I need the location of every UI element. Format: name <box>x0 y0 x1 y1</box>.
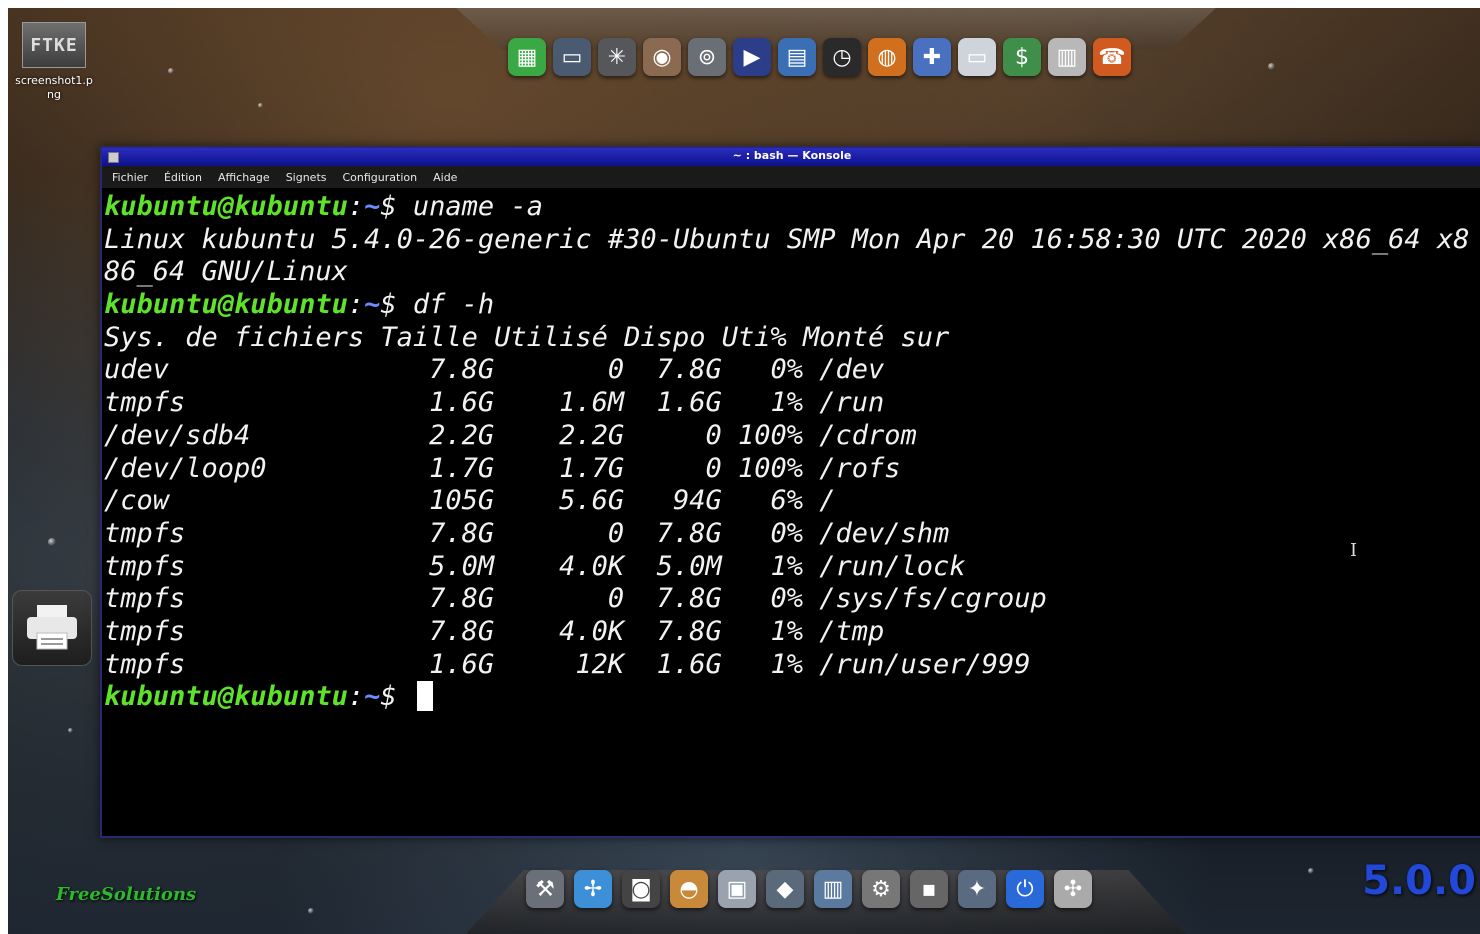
menu-signets[interactable]: Signets <box>286 171 327 184</box>
output-line: /dev/sdb4 2.2G 2.2G 0 100% /cdrom <box>104 419 917 451</box>
spreadsheet-icon[interactable]: ▦ <box>508 38 546 76</box>
menu-bar: Fichier Édition Affichage Signets Config… <box>102 166 1480 188</box>
drive-icon[interactable]: ▭ <box>958 38 996 76</box>
server-icon[interactable]: ▥ <box>814 870 852 908</box>
prompt-symbol: $ <box>380 289 397 321</box>
menu-fichier[interactable]: Fichier <box>112 171 148 184</box>
printer-icon <box>27 605 77 650</box>
spider-web-icon[interactable]: ✳ <box>598 38 636 76</box>
tape-recorder-icon[interactable]: ⊚ <box>688 38 726 76</box>
water-drop <box>68 728 73 733</box>
text-cursor-icon: I <box>1350 540 1358 561</box>
prompt-symbol: $ <box>380 191 397 222</box>
konsole-window[interactable]: ~ : bash — Konsole Fichier Édition Affic… <box>100 146 1480 838</box>
prompt-line: kubuntu@kubuntu:~$ <box>104 681 1480 714</box>
output-line: Linux kubuntu 5.4.0-26-generic #30-Ubunt… <box>104 223 1470 255</box>
command-text: uname -a <box>412 191 543 222</box>
bottom-dock: ⚒ ✢ ◙ ◓ ▣ ◆ ▥ ⚙ ▪ ✦ ⏻ ✣ <box>466 830 1186 934</box>
prompt-colon: : <box>347 289 365 321</box>
window-title: ~ : bash — Konsole <box>732 149 852 162</box>
water-drop <box>308 908 314 914</box>
news-icon[interactable]: ▥ <box>1048 38 1086 76</box>
output-line: Sys. de fichiers Taille Utilisé Dispo Ut… <box>104 321 950 353</box>
water-drop <box>258 103 263 108</box>
output-line: tmpfs 1.6G 12K 1.6G 1% /run/user/999 <box>104 648 1031 680</box>
apps-grid-icon[interactable]: ▤ <box>778 38 816 76</box>
social-media-icon[interactable]: ◉ <box>643 38 681 76</box>
output-line: /cow 105G 5.6G 94G 6% / <box>104 485 836 517</box>
camera-icon[interactable]: ◙ <box>622 870 660 908</box>
output-line: tmpfs 7.8G 4.0K 7.8G 1% /tmp <box>104 615 885 647</box>
water-drop <box>48 538 56 546</box>
prompt-user: kubuntu@kubuntu <box>104 191 348 222</box>
output-line: udev 7.8G 0 7.8G 0% /dev <box>104 354 885 386</box>
clock-icon[interactable]: ◷ <box>823 38 861 76</box>
pinwheel-icon[interactable]: ✢ <box>574 870 612 908</box>
prompt-line: kubuntu@kubuntu:~$ df -h <box>104 289 1480 322</box>
prompt-path: ~ <box>364 289 381 321</box>
brand-logo: FreeSolutions <box>56 884 197 905</box>
prompt-colon: : <box>347 681 365 713</box>
youtube-icon[interactable]: ▶ <box>733 38 771 76</box>
menu-affichage[interactable]: Affichage <box>218 171 270 184</box>
printer-widget[interactable] <box>12 590 92 666</box>
output-line: tmpfs 7.8G 0 7.8G 0% /dev/shm <box>104 517 950 549</box>
window-titlebar[interactable]: ~ : bash — Konsole <box>102 148 1480 166</box>
archive-icon[interactable]: ▭ <box>553 38 591 76</box>
image-thumbnail-icon: FTKE <box>22 22 86 68</box>
power-icon[interactable]: ⏻ <box>1006 870 1044 908</box>
terminal-cursor <box>416 681 433 712</box>
prompt-path: ~ <box>364 681 381 713</box>
desktop-file-label: screenshot1.png <box>15 74 93 101</box>
prompt-line: kubuntu@kubuntu:~$ uname -a <box>104 191 1480 224</box>
globe-flame-icon[interactable]: ◍ <box>868 38 906 76</box>
bottom-dock-icons: ⚒ ✢ ◙ ◓ ▣ ◆ ▥ ⚙ ▪ ✦ ⏻ ✣ <box>526 870 1092 908</box>
water-drop <box>1308 868 1314 874</box>
prompt-path: ~ <box>364 191 381 222</box>
water-drop <box>1268 63 1275 70</box>
gamepad-icon[interactable]: ✚ <box>913 38 951 76</box>
output-line: tmpfs 7.8G 0 7.8G 0% /sys/fs/cgroup <box>104 583 1047 615</box>
toolbox-icon[interactable]: ⚒ <box>526 870 564 908</box>
prompt-colon: : <box>347 191 365 222</box>
money-icon[interactable]: $ <box>1003 38 1041 76</box>
prompt-symbol: $ <box>380 681 397 713</box>
output-line: tmpfs 5.0M 4.0K 5.0M 1% /run/lock <box>104 550 966 582</box>
turtle-icon[interactable]: ◆ <box>766 870 804 908</box>
helmet-icon[interactable]: ◓ <box>670 870 708 908</box>
desktop-file-icon[interactable]: FTKE screenshot1.png <box>12 22 96 102</box>
output-line: tmpfs 1.6G 1.6M 1.6G 1% /run <box>104 387 885 419</box>
desktop-background: FTKE screenshot1.png ▦ ▭ ✳ ◉ ⊚ ▶ ▤ ◷ ◍ ✚ ▭ $ ▥ ☎ ~ : … <box>8 8 1480 934</box>
top-dock: ▦ ▭ ✳ ◉ ⊚ ▶ ▤ ◷ ◍ ✚ ▭ $ ▥ ☎ <box>456 8 1216 138</box>
version-label: 5.0.0 <box>1362 858 1476 904</box>
disk-icon[interactable]: ▪ <box>910 870 948 908</box>
usb-drive-icon[interactable]: ▣ <box>718 870 756 908</box>
top-dock-icons: ▦ ▭ ✳ ◉ ⊚ ▶ ▤ ◷ ◍ ✚ ▭ $ ▥ ☎ <box>508 38 1131 76</box>
settings-tools-icon[interactable]: ⚙ <box>862 870 900 908</box>
puzzle-icon[interactable]: ✣ <box>1054 870 1092 908</box>
water-drop <box>168 68 174 74</box>
phone-icon[interactable]: ☎ <box>1093 38 1131 76</box>
output-line: 86_64 GNU/Linux <box>104 256 348 288</box>
output-line: /dev/loop0 1.7G 1.7G 0 100% /rofs <box>104 452 901 484</box>
prompt-user: kubuntu@kubuntu <box>104 681 348 713</box>
menu-aide[interactable]: Aide <box>433 171 457 184</box>
prompt-user: kubuntu@kubuntu <box>104 289 348 321</box>
terminal-output[interactable]: kubuntu@kubuntu:~$ uname -a Linux kubuntu… <box>104 190 1480 836</box>
command-text: df -h <box>412 289 495 321</box>
wizard-icon[interactable]: ✦ <box>958 870 996 908</box>
menu-configuration[interactable]: Configuration <box>343 171 418 184</box>
menu-edition[interactable]: Édition <box>164 171 202 184</box>
